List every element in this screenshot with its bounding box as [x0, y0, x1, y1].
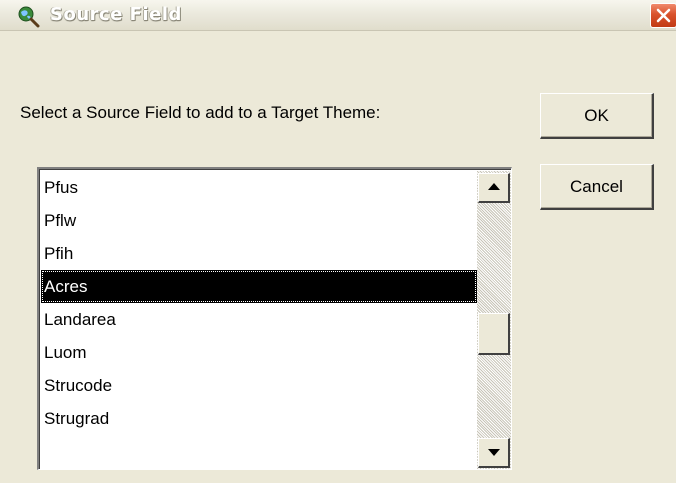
- arrow-down-icon: [488, 449, 500, 456]
- scroll-down-button[interactable]: [478, 438, 510, 468]
- close-icon: [656, 8, 671, 23]
- window-title: Source Field: [50, 4, 182, 25]
- list-item[interactable]: Strugrad: [41, 402, 477, 435]
- close-button[interactable]: [650, 3, 676, 28]
- ok-button[interactable]: OK: [540, 93, 654, 139]
- globe-magnifier-icon: [16, 4, 40, 28]
- source-field-list[interactable]: Pfus Pflw Pfih Acres Landarea Luom Struc…: [37, 167, 512, 470]
- list-item[interactable]: Pflw: [41, 204, 477, 237]
- title-bar[interactable]: Source Field: [0, 0, 676, 31]
- list-item[interactable]: Pfih: [41, 237, 477, 270]
- prompt-label: Select a Source Field to add to a Target…: [20, 103, 381, 122]
- list-item[interactable]: Pfus: [41, 171, 477, 204]
- arrow-up-icon: [488, 183, 500, 190]
- list-item-selected[interactable]: Acres: [41, 270, 477, 303]
- list-item[interactable]: Luom: [41, 336, 477, 369]
- list-item[interactable]: Landarea: [41, 303, 477, 336]
- list-item[interactable]: Strucode: [41, 369, 477, 402]
- cancel-button[interactable]: Cancel: [540, 164, 654, 210]
- vertical-scrollbar[interactable]: [477, 171, 511, 469]
- list-items: Pfus Pflw Pfih Acres Landarea Luom Struc…: [41, 171, 477, 435]
- scroll-up-button[interactable]: [478, 173, 510, 203]
- scroll-thumb[interactable]: [478, 313, 510, 355]
